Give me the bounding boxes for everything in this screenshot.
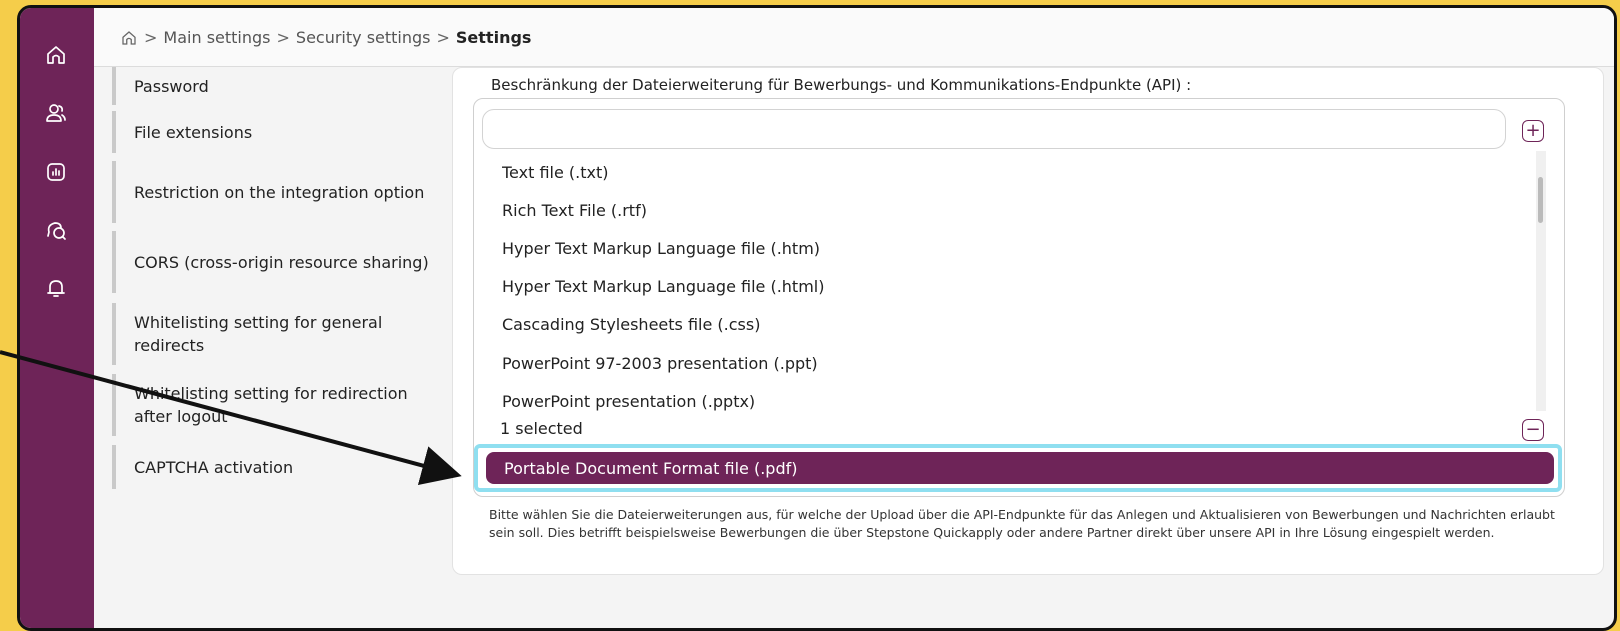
breadcrumb-separator: > [144,27,158,47]
breadcrumb-main-settings[interactable]: Main settings [163,28,270,47]
option-item[interactable]: Hyper Text Markup Language file (.htm) [502,229,1532,267]
nav-item-integration-restriction[interactable]: Restriction on the integration option [112,161,434,223]
nav-item-label: Restriction on the integration option [134,182,425,202]
field-label: Beschränkung der Dateierweiterung für Be… [491,76,1192,94]
options-list[interactable]: Text file (.txt) Rich Text File (.rtf) H… [502,153,1532,411]
breadcrumb-separator: > [436,27,450,47]
nav-item-cors[interactable]: CORS (cross-origin resource sharing) [112,231,434,293]
file-extension-multiselect: + Text file (.txt) Rich Text File (.rtf)… [473,98,1565,497]
minus-icon: − [1525,419,1541,440]
settings-panel: Beschränkung der Dateierweiterung für Be… [452,67,1604,575]
nav-item-file-extensions[interactable]: File extensions [112,111,434,153]
selected-item-highlight: Portable Document Format file (.pdf) [474,444,1562,492]
option-item[interactable]: Rich Text File (.rtf) [502,191,1532,229]
nav-item-label: Whitelisting setting for general redirec… [134,313,383,355]
breadcrumb-current: Settings [455,27,532,47]
option-item[interactable]: Text file (.txt) [502,153,1532,191]
app-window: > Main settings > Security settings > Se… [17,5,1617,631]
users-icon[interactable] [42,99,70,127]
remove-button[interactable]: − [1522,419,1544,441]
scrollbar-thumb[interactable] [1538,177,1543,223]
selected-count: 1 selected [500,419,583,438]
breadcrumb-home-icon[interactable] [120,27,138,47]
breadcrumb-separator: > [276,27,290,47]
home-icon[interactable] [42,41,70,69]
nav-item-label: Password [134,76,209,96]
option-item[interactable]: Cascading Stylesheets file (.css) [502,306,1532,344]
analytics-icon[interactable] [42,158,70,186]
add-button[interactable]: + [1522,120,1544,142]
breadcrumb-security-settings[interactable]: Security settings [296,28,431,47]
nav-item-password[interactable]: Password [112,67,434,105]
breadcrumb: > Main settings > Security settings > Se… [94,8,1614,67]
option-item[interactable]: PowerPoint presentation (.pptx) [502,382,1532,411]
nav-item-whitelist-redirects[interactable]: Whitelisting setting for general redirec… [112,303,434,365]
options-scrollbar[interactable] [1536,151,1546,411]
plus-icon: + [1525,120,1541,141]
help-text: Bitte wählen Sie die Dateierweiterungen … [489,507,1555,540]
nav-item-label: CAPTCHA activation [134,457,294,477]
search-input[interactable] [482,109,1506,149]
nav-item-whitelist-logout[interactable]: Whitelisting setting for redirection aft… [112,374,434,436]
nav-item-label: CORS (cross-origin resource sharing) [134,252,429,272]
bell-icon[interactable] [42,274,70,302]
side-rail [20,8,94,628]
selected-item-pdf[interactable]: Portable Document Format file (.pdf) [486,452,1554,484]
settings-nav: Password File extensions Restriction on … [94,67,454,628]
nav-item-captcha[interactable]: CAPTCHA activation [112,445,434,489]
nav-item-label: Whitelisting setting for redirection aft… [134,384,408,426]
chat-icon[interactable] [42,216,70,244]
option-item[interactable]: Hyper Text Markup Language file (.html) [502,268,1532,306]
nav-item-label: File extensions [134,122,253,142]
option-item[interactable]: PowerPoint 97-2003 presentation (.ppt) [502,344,1532,382]
